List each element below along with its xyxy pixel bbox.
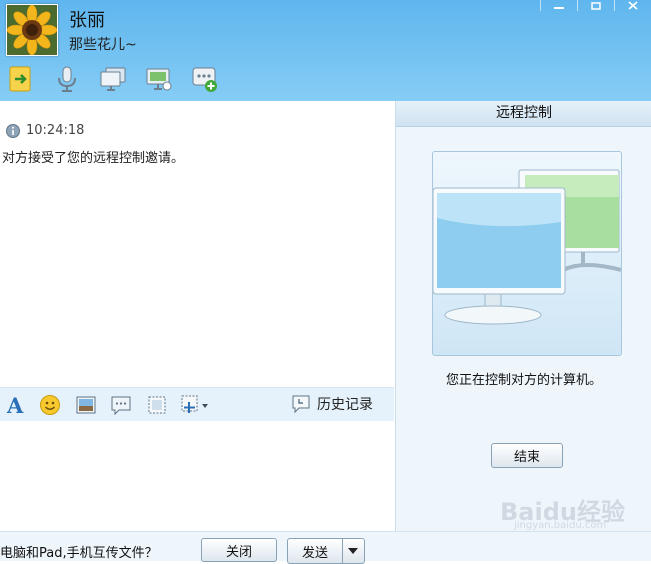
watermark-url: jingyan.baidu.com (514, 520, 607, 531)
more-tools-icon[interactable] (181, 394, 211, 416)
message-timestamp: 10:24:18 (26, 123, 85, 138)
emoji-icon[interactable] (39, 394, 61, 416)
screenshot-icon[interactable] (146, 394, 168, 416)
panel-title: 远程控制 (396, 101, 651, 127)
history-button[interactable]: 历史记录 (291, 394, 373, 414)
file-transfer-link[interactable]: 电脑和Pad,手机互传文件？ (0, 542, 158, 561)
system-message-meta: 10:24:18 (6, 123, 84, 138)
image-icon[interactable] (75, 394, 97, 416)
svg-text:A: A (6, 394, 24, 416)
close-button[interactable]: 关闭 (201, 538, 277, 562)
baidu-watermark: Baidu经验 jingyan.baidu.com (500, 492, 625, 531)
contact-signature: 那些花儿~ (69, 37, 137, 53)
two-monitors-icon (432, 169, 622, 325)
close-icon[interactable] (614, 0, 651, 11)
end-remote-button[interactable]: 结束 (491, 443, 563, 468)
message-history[interactable]: 10:24:18 对方接受了您的远程控制邀请。 (0, 101, 394, 387)
video-call-icon[interactable] (98, 64, 128, 94)
voice-call-icon[interactable] (52, 64, 82, 94)
message-input[interactable] (0, 421, 394, 531)
send-file-icon[interactable] (6, 64, 36, 94)
remote-control-illustration (432, 151, 622, 356)
more-apps-icon[interactable] (190, 64, 220, 94)
contact-name: 张丽 (69, 10, 105, 31)
send-button-group: 发送 (287, 538, 365, 564)
maximize-icon[interactable] (577, 0, 614, 11)
send-button[interactable]: 发送 (288, 539, 342, 563)
font-icon[interactable]: A (4, 394, 26, 416)
bottom-bar: 电脑和Pad,手机互传文件？ 关闭 发送 (0, 531, 651, 564)
window-controls (540, 0, 651, 12)
chat-header: 张丽 那些花儿~ (0, 0, 651, 101)
info-icon (6, 123, 20, 138)
history-icon (292, 395, 310, 414)
remote-control-panel: 远程控制 您正在控制对方的计算机。 结束 (395, 101, 651, 531)
remote-status-text: 您正在控制对方的计算机。 (445, 373, 602, 388)
bubble-icon[interactable] (110, 394, 132, 416)
chevron-down-icon (348, 548, 358, 554)
contact-avatar[interactable] (6, 4, 58, 56)
remote-desktop-icon[interactable] (144, 64, 174, 94)
chat-toolbar (6, 64, 236, 94)
system-message-text: 对方接受了您的远程控制邀请。 (2, 151, 185, 166)
sunflower-avatar-icon (7, 5, 57, 55)
history-label: 历史记录 (317, 397, 373, 413)
minimize-icon[interactable] (540, 0, 577, 11)
send-options-dropdown[interactable] (342, 539, 363, 563)
input-toolbar: A 历史记录 (0, 387, 394, 422)
